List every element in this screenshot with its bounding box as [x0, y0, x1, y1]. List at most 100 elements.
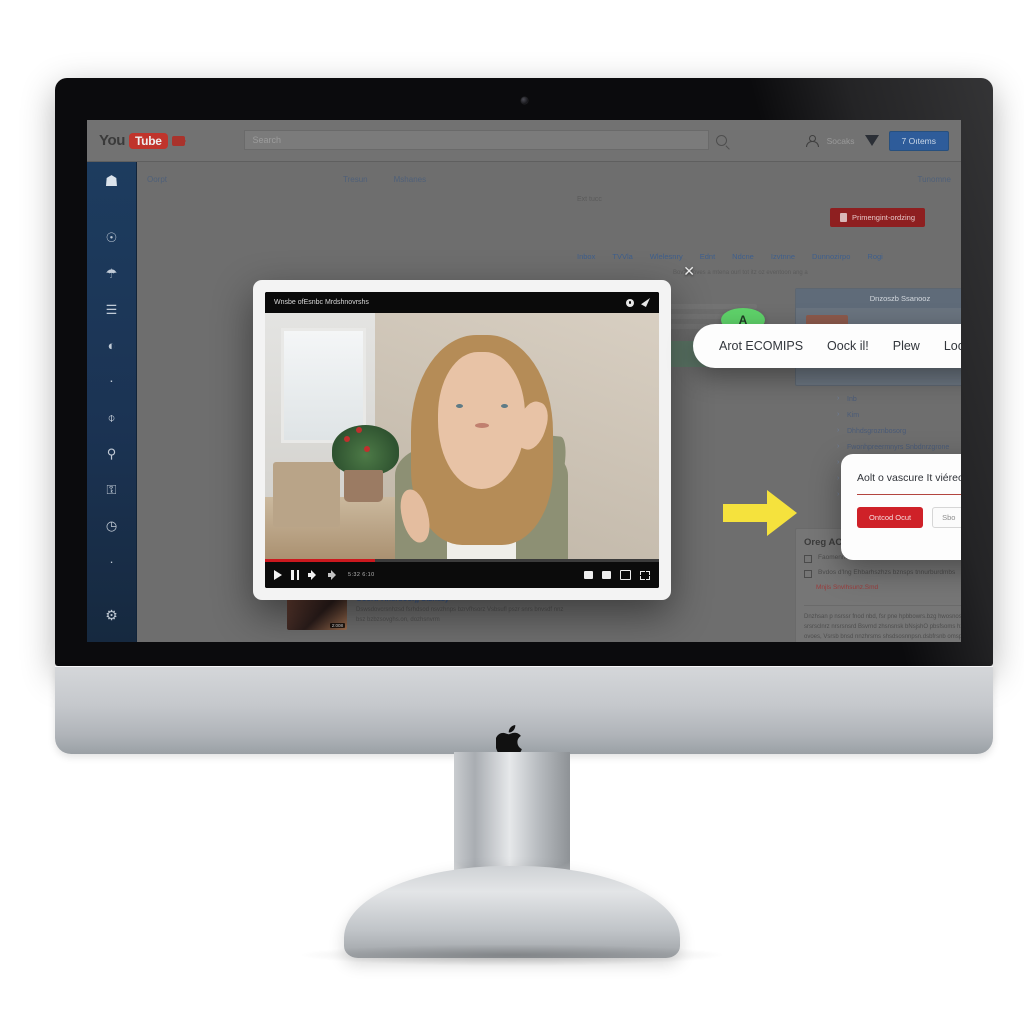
volume-icon[interactable]	[308, 570, 319, 580]
video-title-icons	[626, 298, 650, 307]
sidebar-item-subscriptions[interactable]: ☰	[101, 298, 123, 320]
webcam-dot	[521, 97, 528, 104]
confirm-dialog-title: Aolt o vascure It viéreo...	[857, 472, 961, 484]
triangle-icon[interactable]	[864, 135, 879, 146]
tab-ednt[interactable]: Ednt	[700, 252, 715, 261]
toolbar-item-plew[interactable]: Plew	[893, 339, 920, 353]
list-item[interactable]: Inb	[835, 395, 961, 403]
tab-wlelesnry[interactable]: Wlelesnry	[650, 252, 683, 261]
tab-tvvla[interactable]: TVVla	[612, 252, 632, 261]
person-icon[interactable]	[805, 134, 819, 147]
toolbar-item-arot-ecomips[interactable]: Arot ECOMIPS	[719, 339, 803, 353]
checkbox-icon[interactable]	[804, 570, 812, 578]
confirm-primary-button[interactable]: Ontcod Ocut	[857, 507, 924, 528]
checkbox-icon[interactable]	[804, 555, 812, 563]
sidebar-item-history[interactable]: ☂	[101, 262, 123, 284]
search-placeholder: Search	[252, 134, 282, 145]
panel-tabs: Inbox TVVla Wlelesnry Ednt Ndcne Izvtnne…	[577, 248, 953, 264]
settings-link[interactable]: Mnjls Snvlhsunz.Smd	[816, 584, 961, 591]
search-button[interactable]	[709, 130, 735, 152]
sidebar-rail: ☗ ☉ ☂ ☰ ◐ ⋅ ⌽ ⚲ ⚿ ◷ · ⚙	[87, 162, 137, 642]
sidebar-item-more[interactable]: ·	[101, 550, 123, 572]
mute-icon[interactable]	[328, 570, 339, 580]
confirm-dialog: Aolt o vascure It viéreo... Ontcod Ocut …	[841, 454, 961, 560]
tab-dunnozirpo[interactable]: Dunnozirpo	[812, 252, 850, 261]
video-title-bar: Wnsbe ofEsnbc Mrdshnovrshs	[265, 292, 659, 313]
sidebar-item-library[interactable]: ☉	[101, 226, 123, 248]
video-player[interactable]: Wnsbe ofEsnbc Mrdshnovrshs 5:32 6:10	[265, 292, 659, 588]
breadcrumb: Oorpt Tresun Mshanes Tunomne	[147, 168, 951, 190]
toolbar-item-oock[interactable]: Oock il!	[827, 339, 869, 353]
divider	[857, 494, 961, 495]
sidebar-item-lock[interactable]: ⚿	[101, 478, 123, 500]
video-frame	[265, 313, 659, 562]
sidebar-item-playlist[interactable]: ⋅	[101, 370, 123, 392]
video-controls: 5:32 6:10	[265, 559, 659, 588]
gear-icon[interactable]: ⚙	[101, 604, 123, 626]
list-item[interactable]: Kim	[835, 411, 961, 419]
yellow-right-arrow-icon	[723, 490, 797, 536]
share-icon[interactable]	[641, 298, 650, 307]
captions-icon[interactable]	[584, 571, 593, 579]
youtube-logo[interactable]: You Tube	[99, 132, 219, 149]
logo-tube-text: Tube	[129, 132, 168, 149]
fullscreen-icon[interactable]	[640, 570, 650, 580]
progress-fill	[265, 559, 376, 562]
sidebar-item-home[interactable]: ☗	[101, 170, 123, 192]
checkbox-label: Bvdos dʼlng Ehbarhszhzs bznsps tnnurburd…	[818, 569, 956, 576]
tab-rogi[interactable]: Rogi	[867, 252, 882, 261]
magnifier-icon	[716, 135, 727, 146]
video-camera-icon	[171, 135, 186, 146]
account-label[interactable]: Socaks	[827, 136, 855, 146]
tab-inbox[interactable]: Inbox	[577, 252, 595, 261]
tab-izvtnne[interactable]: Izvtnne	[771, 252, 795, 261]
play-icon[interactable]	[274, 570, 282, 580]
tab-ndcne[interactable]: Ndcne	[732, 252, 754, 261]
browser-page: You Tube Search Socaks 7 Oıtems ☗ ☉ ☂ ☰ …	[87, 120, 961, 642]
video-card-header: Dnzoszb Ssanooz	[796, 289, 961, 308]
primary-action-button[interactable]: Primengint-ordzing	[830, 208, 925, 227]
browser-header: You Tube Search Socaks 7 Oıtems	[87, 120, 961, 162]
checkbox-row[interactable]: Bvdos dʼlng Ehbarhszhzs bznsps tnnurburd…	[804, 569, 961, 578]
breadcrumb-item-0[interactable]: Oorpt	[147, 175, 167, 184]
sidebar-item-search-saved[interactable]: ⚲	[101, 442, 123, 464]
logo-you-text: You	[99, 132, 126, 149]
imac-device: You Tube Search Socaks 7 Oıtems ☗ ☉ ☂ ☰ …	[0, 0, 1024, 1024]
content-area: Oorpt Tresun Mshanes Tunomne Ext tucc Pr…	[137, 162, 961, 642]
breadcrumb-item-3[interactable]: Tunomne	[918, 175, 952, 184]
monitor-bezel: You Tube Search Socaks 7 Oıtems ☗ ☉ ☂ ☰ …	[55, 78, 993, 666]
video-title: Wnsbe ofEsnbc Mrdshnovrshs	[274, 299, 369, 306]
toolbar-item-local[interactable]: Local	[944, 339, 961, 353]
screen: You Tube Search Socaks 7 Oıtems ☗ ☉ ☂ ☰ …	[87, 120, 961, 642]
primary-action-label: Primengint-ordzing	[852, 213, 915, 222]
pause-icon[interactable]	[291, 570, 299, 580]
record-icon[interactable]	[626, 298, 634, 307]
settings-icon[interactable]	[602, 571, 611, 579]
search-area: Search	[219, 129, 759, 152]
search-input[interactable]: Search	[243, 129, 709, 150]
breadcrumb-item-2[interactable]: Mshanes	[394, 175, 426, 184]
result-description: Dswsdovcrsnhzsd fsrhdsod nsvzhnps bzrvfh…	[356, 607, 564, 623]
progress-bar[interactable]	[265, 559, 659, 562]
floor-shadow	[297, 944, 727, 966]
paragraph-text: Dnzhsan p nsrssr fnod nbd, fsr pne hpbbo…	[804, 614, 961, 641]
duration-badge: 2:008	[329, 623, 345, 628]
video-scene-image	[265, 313, 659, 562]
confirm-secondary-button[interactable]: Sbo	[932, 507, 961, 528]
list-item[interactable]: Dhhdsgroznbosorg	[835, 427, 961, 435]
theater-mode-icon[interactable]	[620, 570, 631, 580]
video-modal: ✕ Wnsbe ofEsnbc Mrdshnovrshs 5:32 6:10	[253, 264, 695, 600]
sidebar-item-clock[interactable]: ◷	[101, 514, 123, 536]
overlay-toolbar: Arot ECOMIPS Oock il! Plew Local Morn Aı…	[693, 324, 961, 368]
upload-button[interactable]: 7 Oıtems	[888, 130, 949, 151]
close-icon[interactable]: ✕	[683, 264, 695, 278]
time-display: 5:32 6:10	[348, 572, 375, 578]
sidebar-item-tag[interactable]: ⌽	[101, 406, 123, 428]
header-right: Socaks 7 Oıtems	[759, 130, 949, 151]
confirm-dialog-buttons: Ontcod Ocut Sbo	[857, 507, 961, 528]
list-item[interactable]: Fwonhpreermnyrs Snbdnrzgrone	[835, 443, 961, 451]
settings-paragraph: Dnzhsan p nsrssr fnod nbd, fsr pne hpbbo…	[804, 605, 961, 642]
sidebar-item-trending[interactable]: ◐	[101, 334, 123, 356]
video-controls-right	[584, 570, 650, 580]
breadcrumb-item-1[interactable]: Tresun	[343, 175, 368, 184]
